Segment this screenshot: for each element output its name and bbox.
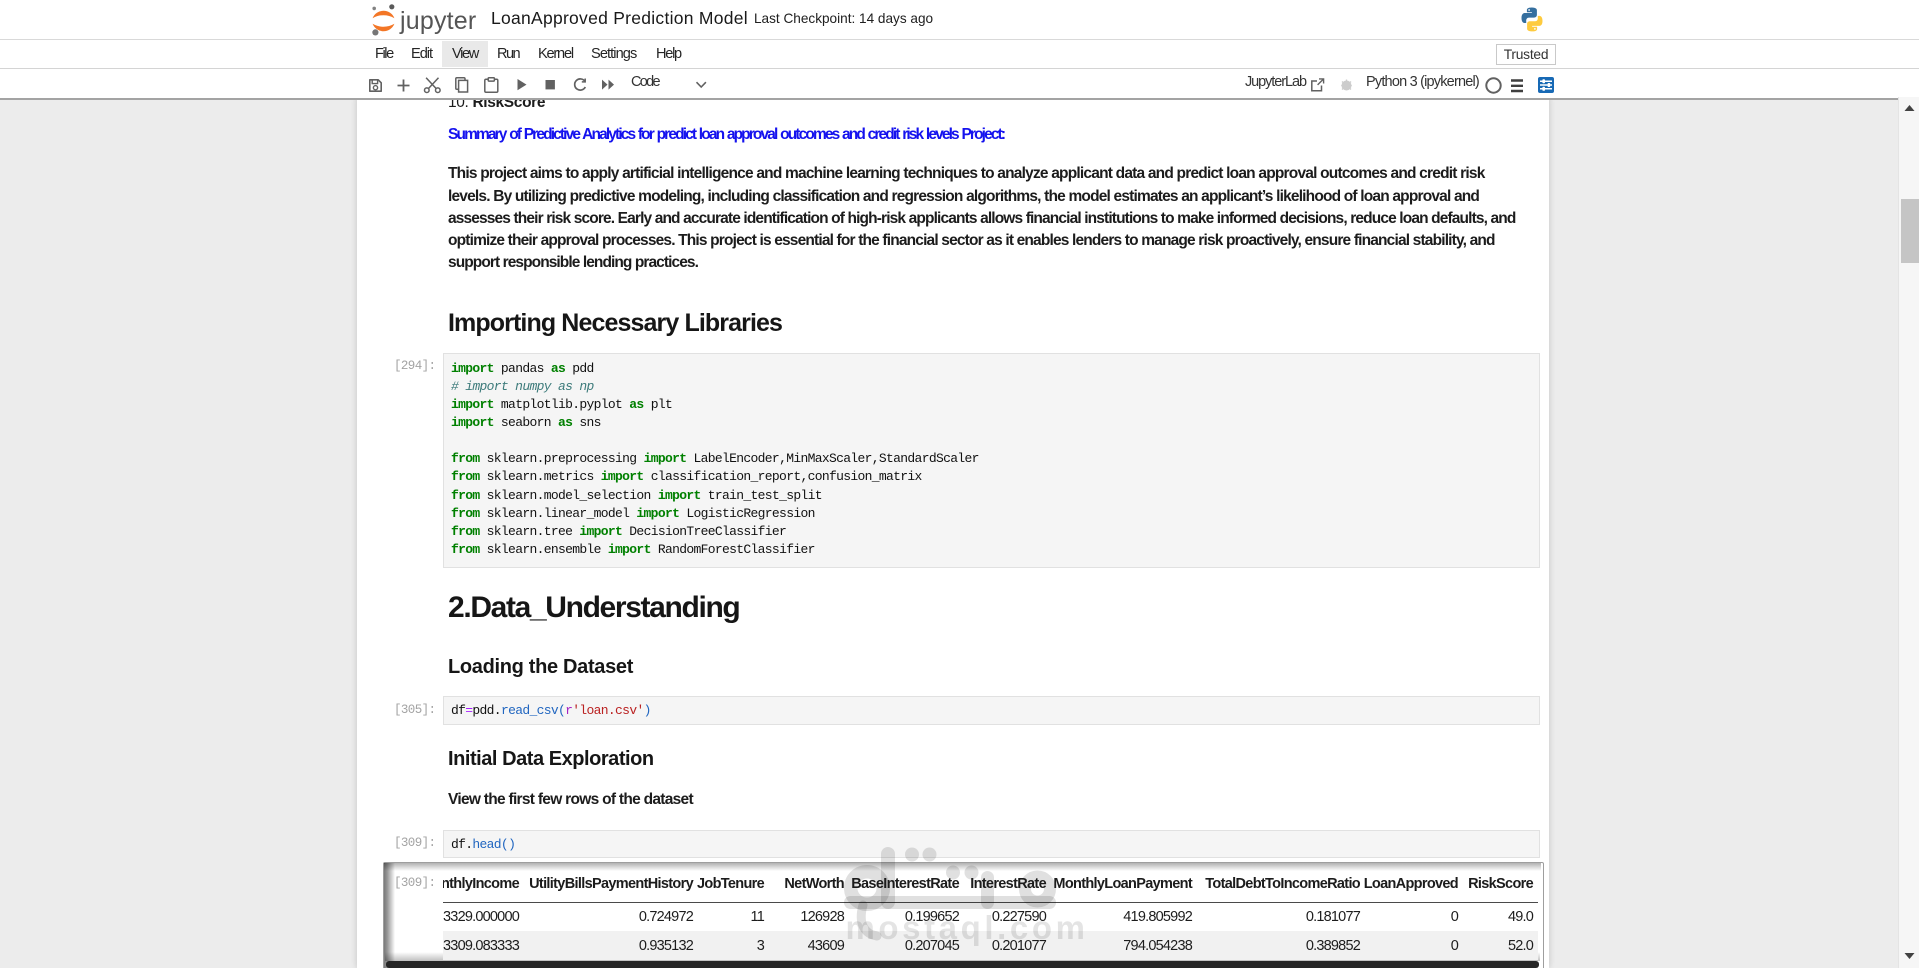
svg-text:mostaql.com: mostaql.com xyxy=(845,909,1088,946)
svg-text:jupyter: jupyter xyxy=(399,7,476,35)
